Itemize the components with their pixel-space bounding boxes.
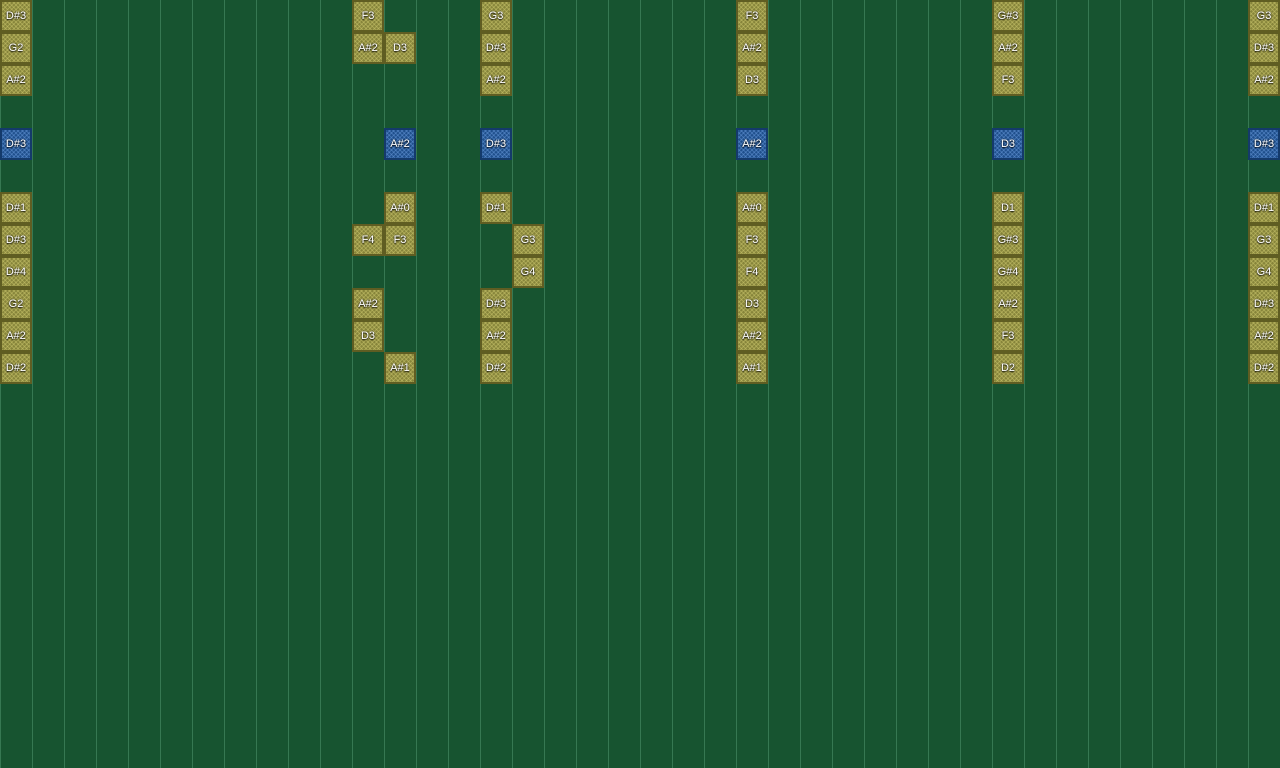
note-cell[interactable]: D3 [736,288,768,320]
note-cell[interactable]: D3 [384,32,416,64]
note-cell[interactable]: D#2 [0,352,32,384]
note-cell[interactable]: A#2 [0,320,32,352]
note-cell[interactable]: A#2 [352,32,384,64]
note-cell-highlighted[interactable]: D3 [992,128,1024,160]
note-grid[interactable]: D#3 G2 A#2 D#3 D#1 D#3 D#4 G2 A#2 D#2 F3 A#2 F4 A#2 D3… [0,0,1280,768]
note-cell[interactable]: A#2 [352,288,384,320]
note-cell[interactable]: D#3 [1248,288,1280,320]
note-cell[interactable]: D#2 [1248,352,1280,384]
note-cell[interactable]: D#1 [0,192,32,224]
note-cell[interactable]: A#0 [736,192,768,224]
note-cell-highlighted[interactable]: D#3 [1248,128,1280,160]
note-cell[interactable]: D#2 [480,352,512,384]
note-cell[interactable]: D2 [992,352,1024,384]
note-cell[interactable]: D#3 [0,224,32,256]
note-cell[interactable]: D#3 [0,0,32,32]
note-cell[interactable]: G#4 [992,256,1024,288]
note-cell[interactable]: D#4 [0,256,32,288]
note-cell[interactable]: G3 [1248,0,1280,32]
note-cell[interactable]: A#1 [384,352,416,384]
note-cell[interactable]: G3 [1248,224,1280,256]
note-cell[interactable]: A#2 [992,32,1024,64]
note-cell[interactable]: A#2 [736,32,768,64]
note-cell[interactable]: A#2 [480,320,512,352]
note-cell[interactable]: A#2 [1248,64,1280,96]
note-cell[interactable]: F3 [992,64,1024,96]
note-cell[interactable]: F3 [992,320,1024,352]
note-cell[interactable]: F4 [352,224,384,256]
note-cell[interactable]: G4 [1248,256,1280,288]
note-cell[interactable]: D1 [992,192,1024,224]
note-cell-highlighted[interactable]: A#2 [384,128,416,160]
note-cell-highlighted[interactable]: D#3 [480,128,512,160]
note-cell[interactable]: F3 [352,0,384,32]
note-cell[interactable]: F3 [736,224,768,256]
note-cell[interactable]: A#2 [0,64,32,96]
note-cell[interactable]: D3 [352,320,384,352]
note-cell[interactable]: F4 [736,256,768,288]
note-cell[interactable]: G2 [0,288,32,320]
note-cell[interactable]: F3 [384,224,416,256]
note-cell[interactable]: D#1 [480,192,512,224]
note-cell[interactable]: G#3 [992,0,1024,32]
note-cell[interactable]: A#1 [736,352,768,384]
note-cell[interactable]: G2 [0,32,32,64]
note-cell[interactable]: A#2 [480,64,512,96]
note-cell[interactable]: G3 [512,224,544,256]
note-cell[interactable]: D#3 [480,288,512,320]
note-cell-highlighted[interactable]: D#3 [0,128,32,160]
note-cell[interactable]: D#3 [480,32,512,64]
note-cell-highlighted[interactable]: A#2 [736,128,768,160]
note-cell[interactable]: D#3 [1248,32,1280,64]
note-cell[interactable]: G4 [512,256,544,288]
note-cell[interactable]: G#3 [992,224,1024,256]
note-cell[interactable]: D#1 [1248,192,1280,224]
note-cell[interactable]: A#0 [384,192,416,224]
note-cell[interactable]: D3 [736,64,768,96]
note-cell[interactable]: F3 [736,0,768,32]
note-cell[interactable]: G3 [480,0,512,32]
note-cell[interactable]: A#2 [992,288,1024,320]
note-cell[interactable]: A#2 [736,320,768,352]
note-cell[interactable]: A#2 [1248,320,1280,352]
